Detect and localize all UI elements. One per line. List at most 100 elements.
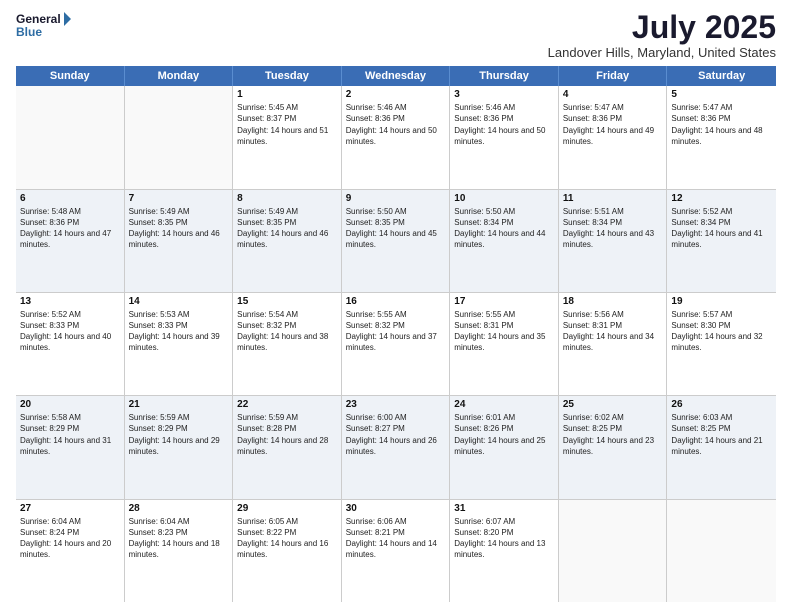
- day-number: 22: [237, 399, 337, 410]
- cell-detail: Sunrise: 6:04 AMSunset: 8:23 PMDaylight:…: [129, 516, 229, 561]
- cell-detail: Sunrise: 5:58 AMSunset: 8:29 PMDaylight:…: [20, 412, 120, 457]
- calendar-cell: 11Sunrise: 5:51 AMSunset: 8:34 PMDayligh…: [559, 190, 668, 292]
- cell-detail: Sunrise: 5:50 AMSunset: 8:34 PMDaylight:…: [454, 206, 554, 251]
- calendar-cell: 25Sunrise: 6:02 AMSunset: 8:25 PMDayligh…: [559, 396, 668, 498]
- calendar-cell: 30 Sunrise: 6:06 AMSunset: 8:21 PMDayligh…: [342, 500, 451, 602]
- cell-detail: Sunrise: 5:46 AMSunset: 8:36 PMDaylight:…: [346, 102, 446, 147]
- cell-detail: Sunrise: 5:59 AMSunset: 8:29 PMDaylight:…: [129, 412, 229, 457]
- cell-detail: Sunrise: 5:59 AMSunset: 8:28 PMDaylight:…: [237, 412, 337, 457]
- calendar-cell: 18 Sunrise: 5:56 AMSunset: 8:31 PMDayligh…: [559, 293, 668, 395]
- cell-detail: Sunrise: 6:03 AMSunset: 8:25 PMDaylight:…: [671, 412, 772, 457]
- cell-detail: Sunrise: 5:49 AMSunset: 8:35 PMDaylight:…: [129, 206, 229, 251]
- calendar-day-header: Saturday: [667, 66, 776, 86]
- logo-svg: General Blue: [16, 10, 72, 42]
- cell-detail: Sunrise: 6:00 AMSunset: 8:27 PMDaylight:…: [346, 412, 446, 457]
- cell-detail: Sunrise: 5:45 AMSunset: 8:37 PMDaylight:…: [237, 102, 337, 147]
- calendar-body: 1 Sunrise: 5:45 AMSunset: 8:37 PMDaylight…: [16, 86, 776, 602]
- cell-detail: Sunrise: 5:50 AMSunset: 8:35 PMDaylight:…: [346, 206, 446, 251]
- cell-detail: Sunrise: 5:57 AMSunset: 8:30 PMDaylight:…: [671, 309, 772, 354]
- page: General Blue July 2025 Landover Hills, M…: [0, 0, 792, 612]
- calendar-cell: 8Sunrise: 5:49 AMSunset: 8:35 PMDaylight…: [233, 190, 342, 292]
- cell-detail: Sunrise: 5:55 AMSunset: 8:31 PMDaylight:…: [454, 309, 554, 354]
- day-number: 29: [237, 503, 337, 514]
- calendar-week: 20Sunrise: 5:58 AMSunset: 8:29 PMDayligh…: [16, 396, 776, 499]
- day-number: 19: [671, 296, 772, 307]
- calendar-cell: 14Sunrise: 5:53 AMSunset: 8:33 PMDayligh…: [125, 293, 234, 395]
- calendar-cell: 23Sunrise: 6:00 AMSunset: 8:27 PMDayligh…: [342, 396, 451, 498]
- calendar-cell: 21 Sunrise: 5:59 AMSunset: 8:29 PMDayligh…: [125, 396, 234, 498]
- day-number: 3: [454, 89, 554, 100]
- day-number: 30: [346, 503, 446, 514]
- calendar-cell: 13 Sunrise: 5:52 AMSunset: 8:33 PMDayligh…: [16, 293, 125, 395]
- calendar-cell: 20Sunrise: 5:58 AMSunset: 8:29 PMDayligh…: [16, 396, 125, 498]
- cell-detail: Sunrise: 5:47 AMSunset: 8:36 PMDaylight:…: [563, 102, 663, 147]
- calendar-cell: 7 Sunrise: 5:49 AMSunset: 8:35 PMDaylight…: [125, 190, 234, 292]
- day-number: 12: [671, 193, 772, 204]
- cell-detail: Sunrise: 5:49 AMSunset: 8:35 PMDaylight:…: [237, 206, 337, 251]
- day-number: 26: [671, 399, 772, 410]
- calendar-cell: 19 Sunrise: 5:57 AMSunset: 8:30 PMDayligh…: [667, 293, 776, 395]
- cell-detail: Sunrise: 5:52 AMSunset: 8:33 PMDaylight:…: [20, 309, 120, 354]
- day-number: 28: [129, 503, 229, 514]
- calendar-cell: 16 Sunrise: 5:55 AMSunset: 8:32 PMDayligh…: [342, 293, 451, 395]
- svg-text:General: General: [16, 12, 61, 26]
- cell-detail: Sunrise: 6:05 AMSunset: 8:22 PMDaylight:…: [237, 516, 337, 561]
- day-number: 6: [20, 193, 120, 204]
- calendar-week: 1 Sunrise: 5:45 AMSunset: 8:37 PMDaylight…: [16, 86, 776, 189]
- day-number: 2: [346, 89, 446, 100]
- calendar-cell: 6 Sunrise: 5:48 AMSunset: 8:36 PMDaylight…: [16, 190, 125, 292]
- calendar-cell: 31Sunrise: 6:07 AMSunset: 8:20 PMDayligh…: [450, 500, 559, 602]
- cell-detail: Sunrise: 5:48 AMSunset: 8:36 PMDaylight:…: [20, 206, 120, 251]
- svg-text:Blue: Blue: [16, 25, 42, 39]
- calendar-cell: 22 Sunrise: 5:59 AMSunset: 8:28 PMDayligh…: [233, 396, 342, 498]
- calendar-cell: 15 Sunrise: 5:54 AMSunset: 8:32 PMDayligh…: [233, 293, 342, 395]
- day-number: 4: [563, 89, 663, 100]
- cell-detail: Sunrise: 5:52 AMSunset: 8:34 PMDaylight:…: [671, 206, 772, 251]
- cell-detail: Sunrise: 5:46 AMSunset: 8:36 PMDaylight:…: [454, 102, 554, 147]
- calendar-day-header: Friday: [559, 66, 668, 86]
- calendar-cell: [125, 86, 234, 188]
- calendar-cell: 28 Sunrise: 6:04 AMSunset: 8:23 PMDayligh…: [125, 500, 234, 602]
- calendar-week: 27Sunrise: 6:04 AMSunset: 8:24 PMDayligh…: [16, 500, 776, 602]
- header: General Blue July 2025 Landover Hills, M…: [16, 10, 776, 60]
- cell-detail: Sunrise: 6:06 AMSunset: 8:21 PMDaylight:…: [346, 516, 446, 561]
- day-number: 13: [20, 296, 120, 307]
- logo: General Blue: [16, 10, 72, 42]
- calendar-day-header: Sunday: [16, 66, 125, 86]
- day-number: 27: [20, 503, 120, 514]
- day-number: 16: [346, 296, 446, 307]
- cell-detail: Sunrise: 5:56 AMSunset: 8:31 PMDaylight:…: [563, 309, 663, 354]
- calendar-week: 13 Sunrise: 5:52 AMSunset: 8:33 PMDayligh…: [16, 293, 776, 396]
- calendar-day-header: Monday: [125, 66, 234, 86]
- cell-detail: Sunrise: 5:53 AMSunset: 8:33 PMDaylight:…: [129, 309, 229, 354]
- calendar-cell: 5Sunrise: 5:47 AMSunset: 8:36 PMDaylight…: [667, 86, 776, 188]
- day-number: 21: [129, 399, 229, 410]
- calendar-cell: 29 Sunrise: 6:05 AMSunset: 8:22 PMDayligh…: [233, 500, 342, 602]
- calendar-cell: 27Sunrise: 6:04 AMSunset: 8:24 PMDayligh…: [16, 500, 125, 602]
- cell-detail: Sunrise: 5:54 AMSunset: 8:32 PMDaylight:…: [237, 309, 337, 354]
- calendar-cell: 1 Sunrise: 5:45 AMSunset: 8:37 PMDaylight…: [233, 86, 342, 188]
- calendar: SundayMondayTuesdayWednesdayThursdayFrid…: [16, 66, 776, 602]
- calendar-cell: 3 Sunrise: 5:46 AMSunset: 8:36 PMDaylight…: [450, 86, 559, 188]
- day-number: 15: [237, 296, 337, 307]
- day-number: 17: [454, 296, 554, 307]
- day-number: 10: [454, 193, 554, 204]
- day-number: 25: [563, 399, 663, 410]
- cell-detail: Sunrise: 5:55 AMSunset: 8:32 PMDaylight:…: [346, 309, 446, 354]
- calendar-cell: 26 Sunrise: 6:03 AMSunset: 8:25 PMDayligh…: [667, 396, 776, 498]
- calendar-cell: 24Sunrise: 6:01 AMSunset: 8:26 PMDayligh…: [450, 396, 559, 498]
- cell-detail: Sunrise: 6:01 AMSunset: 8:26 PMDaylight:…: [454, 412, 554, 457]
- calendar-day-header: Thursday: [450, 66, 559, 86]
- day-number: 31: [454, 503, 554, 514]
- day-number: 18: [563, 296, 663, 307]
- calendar-cell: [16, 86, 125, 188]
- day-number: 1: [237, 89, 337, 100]
- subtitle: Landover Hills, Maryland, United States: [548, 45, 776, 60]
- calendar-cell: 12 Sunrise: 5:52 AMSunset: 8:34 PMDayligh…: [667, 190, 776, 292]
- calendar-cell: [559, 500, 668, 602]
- calendar-day-header: Tuesday: [233, 66, 342, 86]
- cell-detail: Sunrise: 5:47 AMSunset: 8:36 PMDaylight:…: [671, 102, 772, 147]
- calendar-cell: 10 Sunrise: 5:50 AMSunset: 8:34 PMDayligh…: [450, 190, 559, 292]
- day-number: 7: [129, 193, 229, 204]
- calendar-cell: 17 Sunrise: 5:55 AMSunset: 8:31 PMDayligh…: [450, 293, 559, 395]
